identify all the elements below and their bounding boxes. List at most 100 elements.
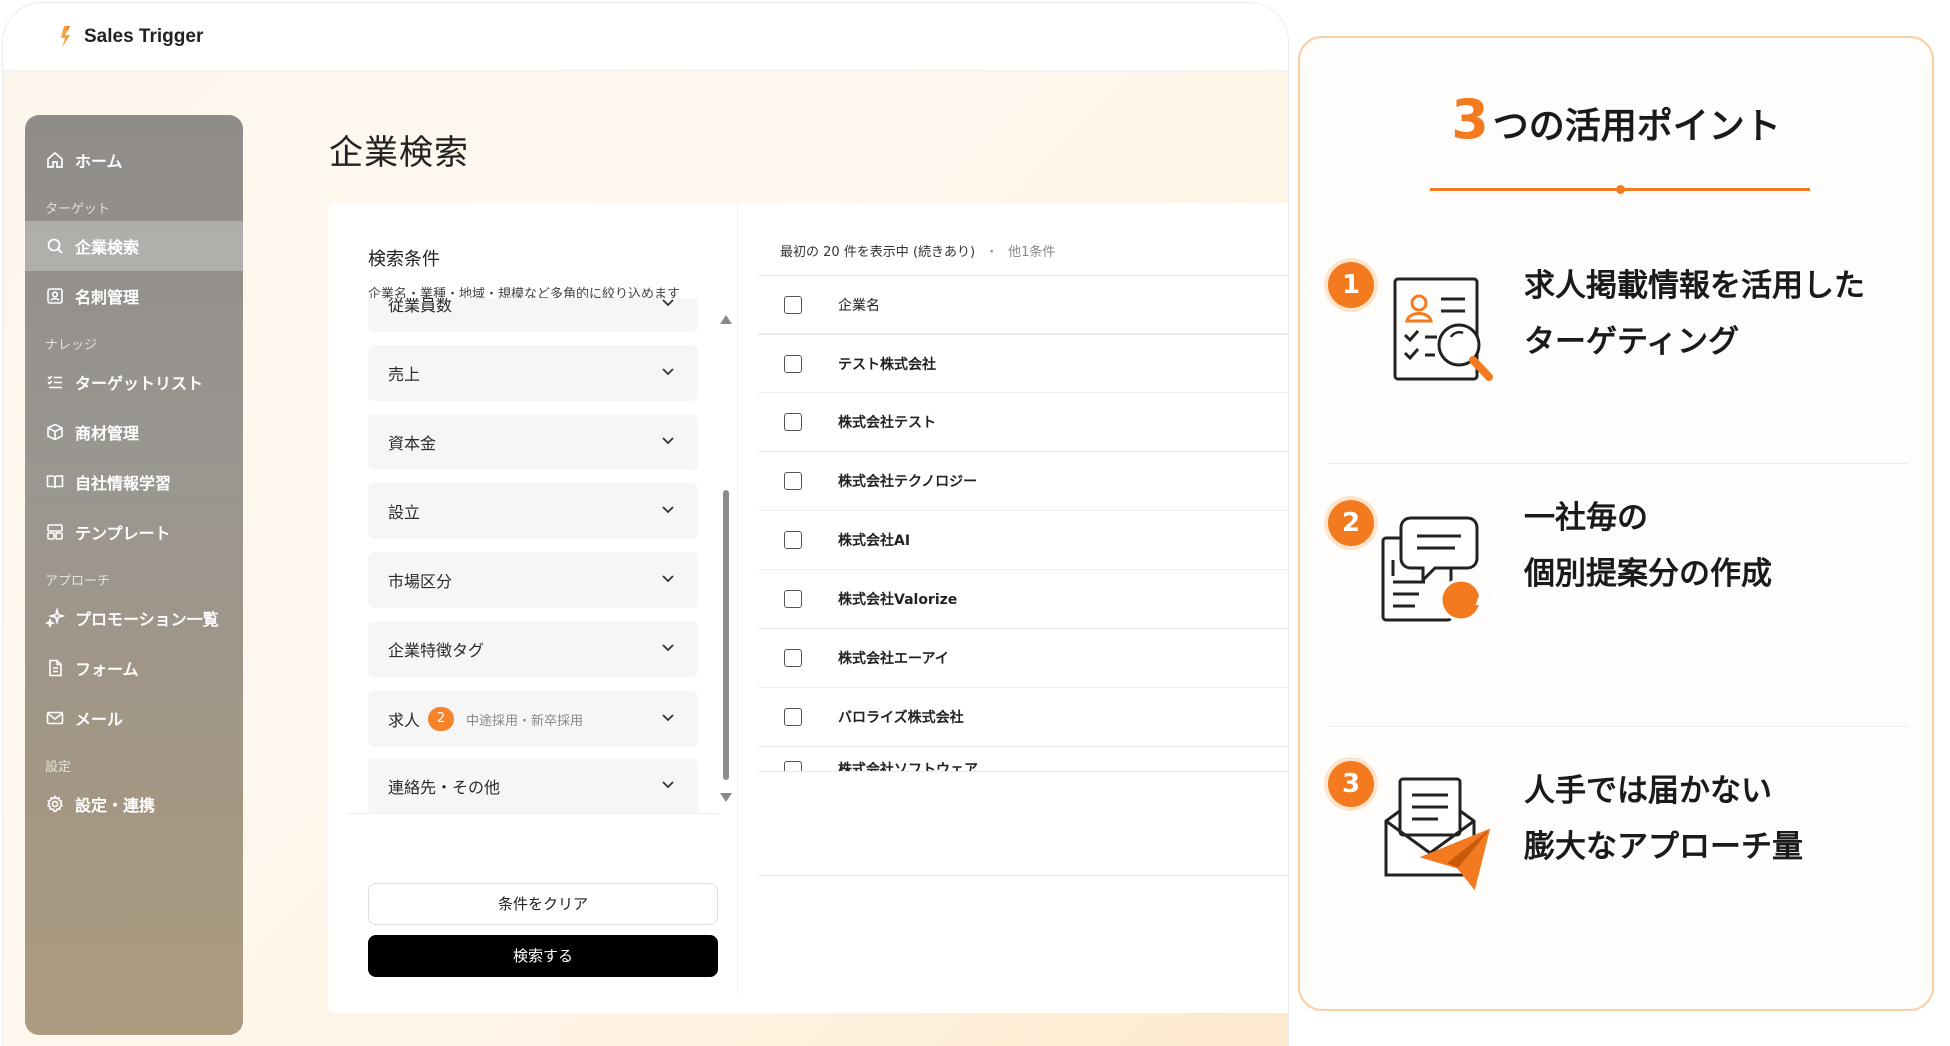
sparkle-icon — [45, 608, 65, 628]
row-checkbox[interactable] — [784, 590, 802, 608]
company-name: 株式会社テクノロジー — [838, 474, 978, 490]
point-line-1: 人手では届かない — [1524, 773, 1772, 809]
filter-capital[interactable]: 資本金 — [368, 414, 698, 470]
feature-point-2: 2 AI 一社毎の 個別提案分の作成 — [1300, 478, 1936, 738]
sidebar-item-company-search[interactable]: 企業検索 — [25, 221, 243, 271]
app-name: Sales Trigger — [84, 25, 204, 47]
sidebar-item-forms[interactable]: フォーム — [25, 643, 243, 693]
company-name: 株式会社テスト — [838, 415, 936, 431]
row-checkbox[interactable] — [784, 354, 802, 373]
box-icon — [47, 423, 63, 441]
table-row[interactable]: バロライズ株式会社 — [758, 688, 1288, 747]
row-checkbox[interactable] — [784, 708, 802, 726]
ai-document-chat-icon — [1381, 516, 1483, 622]
sidebar-item-company-learning[interactable]: 自社情報学習 — [25, 457, 243, 507]
results-pane: 最初の 20 件を表示中 (続きあり) ・他1条件 企業名 テスト株式会社 株式会… — [758, 203, 1288, 993]
document-search-icon — [1393, 277, 1493, 381]
filter-label: 市場区分 — [388, 572, 453, 591]
table-row[interactable]: 株式会社テスト — [758, 393, 1288, 452]
company-name: 株式会社ソフトウェア — [838, 762, 978, 772]
point-text: 人手では届かない 膨大なアプローチ量 — [1524, 763, 1803, 875]
table-empty-space — [758, 792, 1288, 876]
filter-contact[interactable]: 連絡先・その他 — [368, 758, 698, 814]
scroll-thumb[interactable] — [723, 490, 729, 780]
sidebar-item-label: テンプレート — [75, 524, 171, 543]
row-checkbox[interactable] — [784, 761, 802, 771]
table-body[interactable]: テスト株式会社 株式会社テスト 株式会社テクノロジー 株式会社AI 株式会社Va… — [758, 334, 1288, 792]
top-bar: Sales Trigger — [3, 3, 1288, 71]
point-number-badge: 2 — [1328, 500, 1374, 546]
sidebar-item-mail[interactable]: メール — [25, 693, 243, 743]
company-name: テスト株式会社 — [838, 356, 936, 373]
table-row[interactable]: 株式会社ソフトウェア — [758, 747, 1288, 772]
select-all-checkbox[interactable] — [784, 295, 802, 314]
scroll-down-arrow-icon[interactable] — [720, 793, 732, 802]
clear-conditions-button[interactable]: 条件をクリア — [368, 883, 718, 925]
list-check-icon — [47, 375, 62, 389]
sidebar-item-home[interactable]: ホーム — [25, 135, 243, 185]
chevron-down-icon — [662, 368, 674, 376]
filter-jobs[interactable]: 求人 2 中途採用・新卒採用 — [368, 691, 698, 747]
search-button[interactable]: 検索する — [368, 935, 718, 977]
sidebar-item-label: プロモーション一覧 — [75, 610, 219, 629]
point-line-2: 個別提案分の作成 — [1524, 556, 1772, 592]
filter-tags[interactable]: 企業特徴タグ — [368, 621, 698, 677]
sidebar-item-label: ホーム — [75, 152, 123, 171]
filter-hint: 中途採用・新卒採用 — [466, 713, 584, 729]
sidebar-item-product-mgmt[interactable]: 商材管理 — [25, 407, 243, 457]
scroll-up-arrow-icon[interactable] — [720, 315, 732, 324]
table-row[interactable]: 株式会社Valorize — [758, 570, 1288, 629]
sidebar-section-approach: アプローチ — [45, 574, 111, 589]
filter-founded[interactable]: 設立 — [368, 483, 698, 539]
table-row[interactable]: 株式会社テクノロジー — [758, 452, 1288, 511]
sidebar-item-settings[interactable]: 設定・連携 — [25, 779, 243, 829]
extra-conditions[interactable]: 他1条件 — [1008, 245, 1055, 260]
filter-employees[interactable]: 従業員数 — [368, 298, 698, 332]
filter-divider — [348, 813, 718, 814]
app-window: Sales Trigger ホーム ターゲット 企業検索 名刺管理 ナレッジ タ… — [2, 2, 1289, 1046]
sidebar-item-label: メール — [75, 710, 124, 729]
company-name: 株式会社Valorize — [838, 592, 958, 608]
sidebar-item-target-list[interactable]: ターゲットリスト — [25, 357, 243, 407]
panel-title: 3 つの活用ポイント — [1300, 88, 1932, 151]
filter-revenue[interactable]: 売上 — [368, 345, 698, 401]
sidebar-section-settings: 設定 — [45, 760, 72, 775]
sidebar-item-templates[interactable]: テンプレート — [25, 507, 243, 557]
filter-label: 従業員数 — [388, 298, 453, 315]
filter-scrollbar[interactable] — [720, 315, 732, 815]
panel-title-number: 3 — [1451, 88, 1489, 151]
sidebar-section-target: ターゲット — [45, 202, 111, 217]
table-row[interactable]: テスト株式会社 — [758, 334, 1288, 393]
point-line-2: 膨大なアプローチ量 — [1524, 829, 1803, 865]
table-row[interactable]: 株式会社AI — [758, 511, 1288, 570]
filter-market[interactable]: 市場区分 — [368, 552, 698, 608]
sidebar-item-label: 商材管理 — [75, 424, 140, 443]
point-divider — [1328, 726, 1908, 727]
row-checkbox[interactable] — [784, 472, 802, 490]
mail-icon — [46, 711, 64, 725]
filter-label: 求人 — [388, 711, 421, 730]
filter-label: 売上 — [388, 365, 421, 384]
chevron-down-icon — [662, 506, 674, 514]
filter-list[interactable]: 従業員数 売上 資本金 設立 市場区分 企業特徴タグ 求人 2 中途採用・新卒採… — [368, 298, 698, 923]
search-card: 検索条件 企業名・業種・地域・規模など多角的に絞り込めます 従業員数 売上 資本… — [328, 203, 1288, 1013]
sidebar-section-knowledge: ナレッジ — [45, 338, 98, 353]
row-checkbox[interactable] — [784, 531, 802, 549]
mail-send-icon — [1384, 777, 1491, 891]
table-row[interactable]: 株式会社エーアイ — [758, 629, 1288, 688]
form-document-icon — [49, 659, 62, 677]
row-checkbox[interactable] — [784, 413, 802, 431]
row-checkbox[interactable] — [784, 649, 802, 667]
sidebar-item-business-cards[interactable]: 名刺管理 — [25, 271, 243, 321]
search-icon — [47, 238, 63, 254]
table-header: 企業名 — [758, 275, 1288, 334]
company-name: 株式会社エーアイ — [838, 651, 949, 667]
logo-icon — [61, 25, 70, 48]
title-underline-dot — [1616, 185, 1625, 194]
template-icon — [47, 524, 63, 540]
chevron-down-icon — [662, 575, 674, 583]
sidebar-item-promotions[interactable]: プロモーション一覧 — [25, 593, 243, 643]
filter-label: 設立 — [388, 503, 421, 522]
sidebar-item-label: フォーム — [75, 660, 139, 679]
sidebar: ホーム ターゲット 企業検索 名刺管理 ナレッジ ターゲットリスト 商材管理 自… — [25, 115, 243, 1035]
